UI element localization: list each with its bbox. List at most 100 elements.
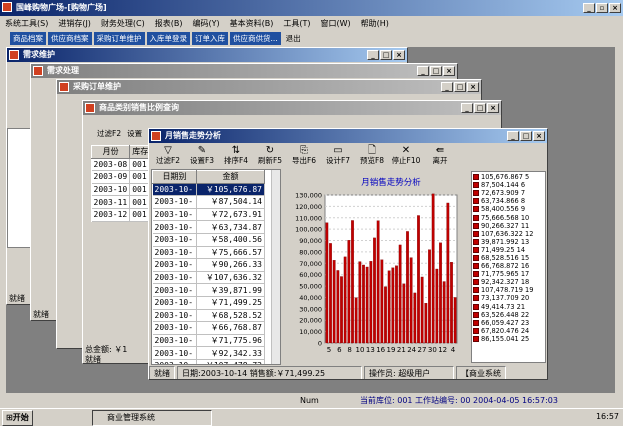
- status-operator: 操作员: 超级用户: [364, 366, 454, 379]
- w4-settings[interactable]: 设置: [127, 128, 142, 139]
- w4-grid: 月份 库存 2003-08 001 2003-09 001 2003-10 001 2003-1…: [90, 145, 152, 222]
- legend-entry: 75,666.568 10: [473, 213, 544, 222]
- toolbar-button[interactable]: ⇚ 离开: [423, 145, 457, 165]
- w1-max[interactable]: □: [380, 50, 392, 60]
- table-row[interactable]: 2003-12 001: [91, 208, 152, 222]
- table-row[interactable]: 2003-10- ￥58,400.56: [152, 233, 265, 247]
- legend-swatch: [473, 238, 479, 245]
- menu-item[interactable]: 进销存(J): [53, 17, 96, 31]
- demand-window-title: 需求维护: [23, 50, 55, 59]
- table-row[interactable]: 2003-10- ￥72,673.91: [152, 208, 265, 222]
- status-system: 【商业系统: [456, 366, 506, 379]
- legend-swatch: [473, 246, 479, 253]
- bar: [446, 202, 450, 344]
- menu-item[interactable]: 系统工具(S): [0, 17, 53, 31]
- quick-button[interactable]: 入库单登录: [146, 32, 190, 45]
- table-scrollbar[interactable]: [271, 170, 280, 364]
- toolbar-button[interactable]: ▽ 过滤F2: [151, 145, 185, 165]
- toolbar-button[interactable]: ↻ 刷新F5: [253, 145, 287, 165]
- table-row[interactable]: 2003-10- ￥105,676.87: [152, 183, 265, 197]
- bar: [329, 243, 332, 344]
- menu-item[interactable]: 窗口(W): [316, 17, 356, 31]
- status-date: 日期:2003-10-14 销售额:￥71,499.25: [177, 366, 362, 379]
- w4-min[interactable]: _: [461, 103, 473, 113]
- legend-entry: 90,266.327 11: [473, 222, 544, 230]
- toolbar-button[interactable]: ⎘ 导出F6: [287, 145, 321, 165]
- legend-swatch: [473, 254, 479, 261]
- w2-close[interactable]: ×: [443, 66, 455, 76]
- table-row[interactable]: 2003-10- ￥92,342.33: [152, 346, 265, 360]
- w4-close[interactable]: ×: [487, 103, 499, 113]
- quick-button[interactable]: 供应商供货...: [230, 32, 281, 45]
- x-tick-label: 12: [438, 346, 447, 354]
- w1-close[interactable]: ×: [393, 50, 405, 60]
- menu-item[interactable]: 基本资料(B): [225, 17, 279, 31]
- w4-filter[interactable]: 过滤F2: [97, 128, 121, 139]
- quick-button[interactable]: 退出: [283, 32, 304, 45]
- w2-max[interactable]: □: [430, 66, 442, 76]
- col-amount[interactable]: 金额: [196, 170, 265, 184]
- table-row[interactable]: 2003-10 001: [91, 183, 152, 197]
- toolbar-button[interactable]: ▭ 设计F7: [321, 145, 355, 165]
- menu-item[interactable]: 财务处理(C): [96, 17, 150, 31]
- legend-entry: 66,768.872 16: [473, 262, 544, 270]
- main-close[interactable]: ×: [533, 131, 545, 141]
- table-row[interactable]: 2003-10- ￥66,768.87: [152, 321, 265, 335]
- toolbar-button[interactable]: 🗋 预览F8: [355, 145, 389, 165]
- toolbar-button[interactable]: ⇅ 排序F4: [219, 145, 253, 165]
- legend-swatch: [473, 190, 479, 197]
- toolbar-label: 设置F3: [189, 156, 215, 165]
- toolbar-button[interactable]: ✕ 停止F10: [389, 145, 423, 165]
- table-row[interactable]: 2003-10- ￥71,499.25: [152, 296, 265, 310]
- table-row[interactable]: 2003-10- ￥87,504.14: [152, 195, 265, 209]
- toolbar-label: 刷新F5: [257, 156, 283, 165]
- table-row[interactable]: 2003-10- ￥39,871.99: [152, 283, 265, 297]
- bar: [373, 237, 376, 344]
- table-row[interactable]: 2003-11 001: [91, 195, 152, 209]
- w4-status: 就绪: [85, 355, 101, 364]
- table-row[interactable]: 2003-09 001: [91, 170, 152, 184]
- bar: [343, 256, 347, 344]
- w1-min[interactable]: _: [367, 50, 379, 60]
- quick-button[interactable]: 采购订单维护: [93, 32, 145, 45]
- table-row[interactable]: 2003-10- ￥63,734.87: [152, 220, 265, 234]
- w3-close[interactable]: ×: [467, 82, 479, 92]
- table-row[interactable]: 2003-10- ￥75,666.57: [152, 246, 265, 260]
- quick-button[interactable]: 订单入库: [192, 32, 228, 45]
- toolbar-button[interactable]: ✎ 设置F3: [185, 145, 219, 165]
- table-row[interactable]: 2003-10- ￥90,266.33: [152, 258, 265, 272]
- w2-min[interactable]: _: [417, 66, 429, 76]
- legend-entry: 67,820.476 24: [473, 327, 544, 335]
- table-row[interactable]: 2003-10- ￥71,775.96: [152, 334, 265, 348]
- table-row[interactable]: 2003-10-￥107,478.72: [152, 359, 265, 364]
- restore-button[interactable]: ▫: [596, 3, 608, 13]
- status-ready: 就绪: [149, 366, 175, 379]
- w4-max[interactable]: □: [474, 103, 486, 113]
- col-date[interactable]: 日期别: [152, 170, 197, 184]
- w4-col[interactable]: 月份: [90, 145, 131, 159]
- quick-button[interactable]: 供应商档案: [48, 32, 92, 45]
- bar: [347, 240, 351, 344]
- bar: [354, 297, 358, 344]
- table-row[interactable]: 2003-08 001: [91, 158, 152, 172]
- menu-item[interactable]: 报表(B): [150, 17, 188, 31]
- legend-entry: 72,673.909 7: [473, 189, 544, 197]
- w3-max[interactable]: □: [454, 82, 466, 92]
- y-tick-label: 130,000: [295, 192, 322, 200]
- w3-min[interactable]: _: [441, 82, 453, 92]
- legend-swatch: [473, 303, 479, 310]
- main-min[interactable]: _: [507, 131, 519, 141]
- quick-button[interactable]: 商品档案: [10, 32, 46, 45]
- toolbar-label: 导出F6: [291, 156, 317, 165]
- bar: [453, 297, 457, 344]
- menu-item[interactable]: 帮助(H): [356, 17, 394, 31]
- x-tick-label: 5: [327, 346, 331, 354]
- sales-table: 日期别 金额 2003-10- ￥105,676.87 2003-10- ￥87,504.…: [152, 170, 265, 364]
- main-max[interactable]: □: [520, 131, 532, 141]
- close-button[interactable]: ×: [609, 3, 621, 13]
- menu-item[interactable]: 编码(Y): [188, 17, 225, 31]
- table-row[interactable]: 2003-10- ￥68,528.52: [152, 309, 265, 323]
- minimize-button[interactable]: _: [583, 3, 595, 13]
- menu-item[interactable]: 工具(T): [278, 17, 315, 31]
- table-row[interactable]: 2003-10- ￥107,636.32: [152, 271, 265, 285]
